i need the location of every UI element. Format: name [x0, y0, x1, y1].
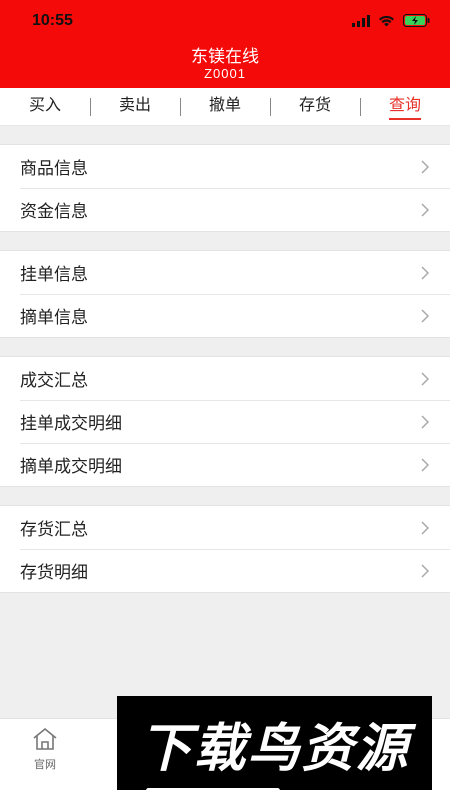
account-id: Z0001 [204, 66, 246, 81]
battery-charging-icon [403, 14, 430, 27]
tab-sell[interactable]: 卖出 [90, 88, 180, 126]
menu-item-product-info[interactable]: 商品信息 [0, 145, 450, 188]
chevron-right-icon [421, 457, 430, 472]
menu-group-orders: 挂单信息 摘单信息 [0, 250, 450, 338]
tab-buy[interactable]: 买入 [0, 88, 90, 126]
tab-cancel-order[interactable]: 撤单 [180, 88, 270, 126]
tab-inventory[interactable]: 存货 [270, 88, 360, 126]
watermark-text: 下载鸟资源 [139, 719, 410, 778]
chevron-right-icon [421, 202, 430, 217]
chevron-right-icon [421, 159, 430, 174]
status-bar: 10:55 [0, 0, 450, 44]
home-indicator [146, 788, 280, 793]
chevron-right-icon [421, 520, 430, 535]
wifi-icon [379, 15, 394, 26]
app-header: 10:55 东镁在线 Z0001 [0, 0, 450, 88]
chevron-right-icon [421, 414, 430, 429]
menu-item-inventory-detail[interactable]: 存货明细 [0, 549, 450, 592]
status-time: 10:55 [32, 12, 73, 29]
chevron-right-icon [421, 371, 430, 386]
cellular-signal-icon [352, 14, 370, 27]
menu-item-trade-summary[interactable]: 成交汇总 [0, 357, 450, 400]
chevron-right-icon [421, 563, 430, 578]
nav-label: 官网 [34, 759, 56, 771]
status-icons [352, 14, 430, 27]
menu-item-funds-info[interactable]: 资金信息 [0, 188, 450, 231]
menu-group-info: 商品信息 资金信息 [0, 144, 450, 232]
tab-bar: 买入 卖出 撤单 存货 查询 [0, 88, 450, 126]
home-icon [33, 727, 57, 750]
query-menu: 商品信息 资金信息 挂单信息 摘单信息 成交汇总 挂单成交明细 摘单成交明细 存… [0, 126, 450, 593]
watermark-banner: 下载鸟资源 [117, 696, 432, 790]
tab-query[interactable]: 查询 [360, 88, 450, 126]
menu-group-trades: 成交汇总 挂单成交明细 摘单成交明细 [0, 356, 450, 487]
menu-group-inventory: 存货汇总 存货明细 [0, 505, 450, 593]
menu-item-inventory-summary[interactable]: 存货汇总 [0, 506, 450, 549]
menu-item-pick-trade-detail[interactable]: 摘单成交明细 [0, 443, 450, 486]
menu-item-pick-info[interactable]: 摘单信息 [0, 294, 450, 337]
menu-item-listing-trade-detail[interactable]: 挂单成交明细 [0, 400, 450, 443]
page-title: 东镁在线 [191, 47, 259, 66]
chevron-right-icon [421, 265, 430, 280]
nav-item-official-site[interactable]: 官网 [24, 727, 66, 772]
menu-item-listing-info[interactable]: 挂单信息 [0, 251, 450, 294]
chevron-right-icon [421, 308, 430, 323]
